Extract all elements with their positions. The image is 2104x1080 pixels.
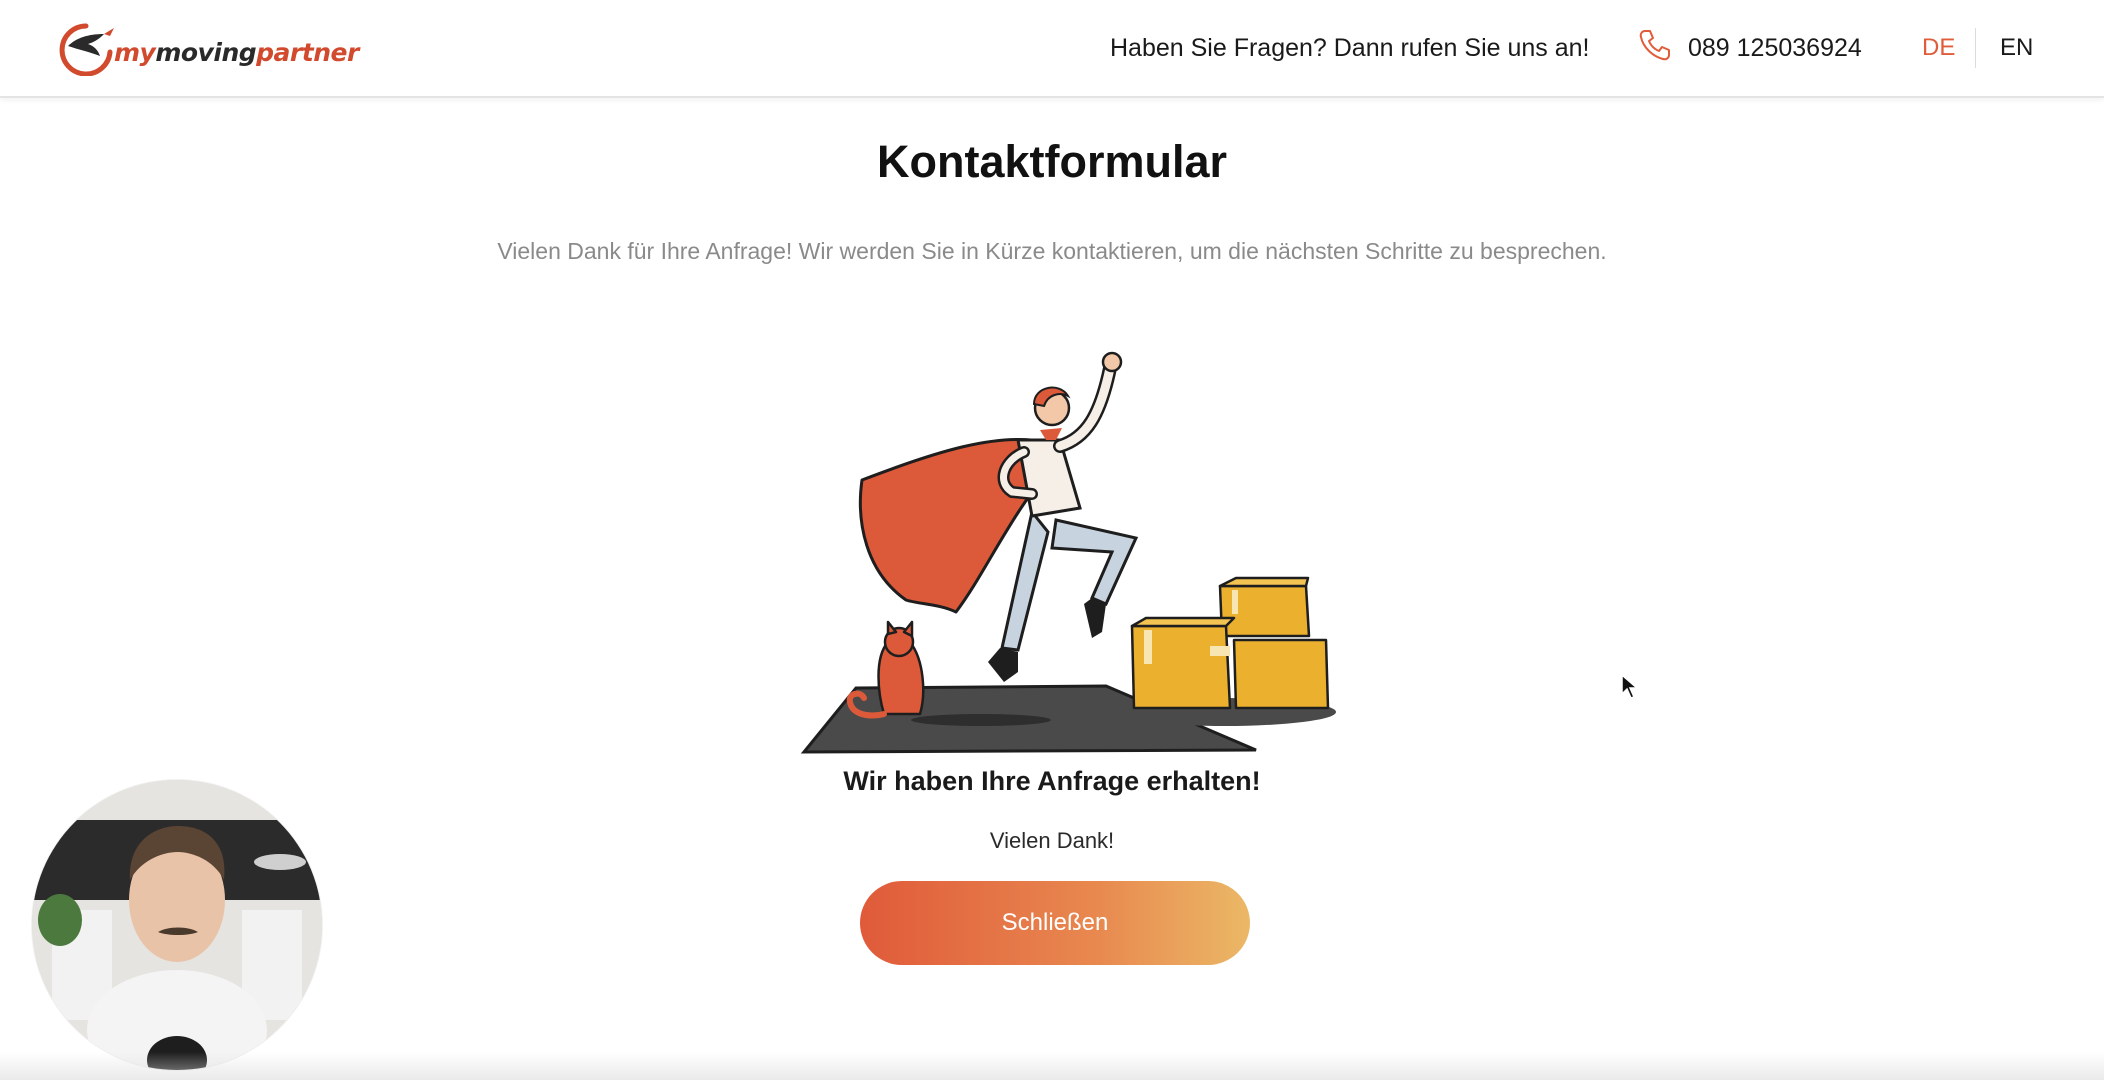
language-divider [1975,28,1976,68]
bottom-edge-shadow [0,1052,2104,1080]
contact-question: Haben Sie Fragen? Dann rufen Sie uns an! [1110,34,1590,62]
thank-you-text: Vielen Dank! [989,828,1115,853]
presenter-video-icon [32,780,322,1070]
language-de[interactable]: DE [1922,34,1955,62]
webcam-overlay [32,780,322,1070]
mouse-cursor-icon [1621,674,1639,699]
intro-text: Vielen Dank für Ihre Anfrage! Wir werden… [497,238,1607,264]
logo-mark-icon [59,23,114,76]
logo[interactable]: mymovingpartner [54,20,359,76]
logo-wordmark: mymovingpartner [114,37,359,67]
request-received-heading: Wir haben Ihre Anfrage erhalten! [843,766,1261,796]
site-header: mymovingpartner Haben Sie Fragen? Dann r… [0,0,2104,98]
phone-icon[interactable] [1638,28,1670,62]
language-en[interactable]: EN [2000,34,2033,62]
phone-number[interactable]: 089 125036924 [1688,34,1862,63]
page-title: Kontaktformular [876,136,1228,187]
close-button[interactable]: Schließen [860,881,1250,965]
superhero-moving-illustration [800,351,1336,754]
